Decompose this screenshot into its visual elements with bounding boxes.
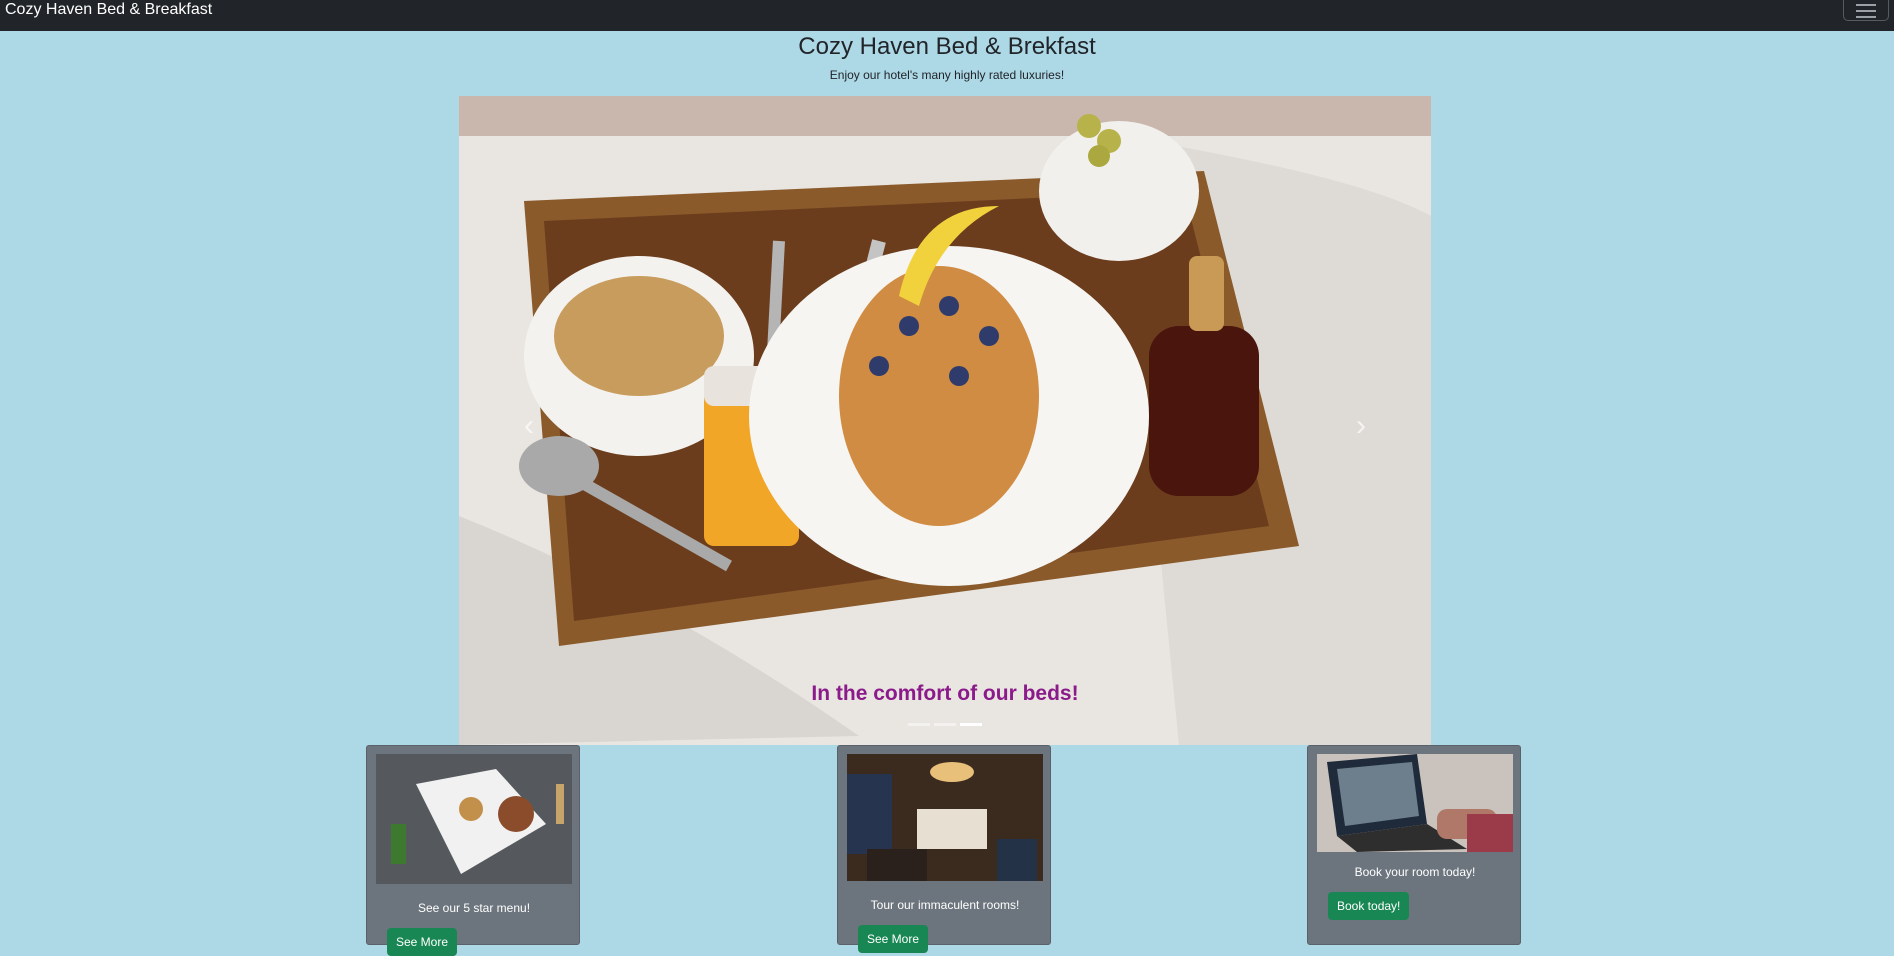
menu-see-more-button[interactable]: See More (387, 928, 458, 956)
navbar: Cozy Haven Bed & Breakfast (0, 0, 1894, 31)
menu-card: See our 5 star menu! See More (366, 745, 580, 956)
carousel-indicators (459, 723, 1431, 726)
carousel-caption: In the comfort of our beds! (811, 682, 1079, 705)
booking-image (1317, 754, 1513, 852)
breakfast-tray-image (459, 96, 1431, 745)
rooms-card: Tour our immaculent rooms! See More (837, 745, 1051, 953)
hamburger-icon-line (1856, 9, 1876, 12)
hero-carousel: ‹ › In the comfort of our beds! (459, 96, 1431, 745)
rooms-card-text: Tour our immaculent rooms! (870, 898, 1020, 912)
carousel-indicator-3[interactable] (960, 723, 982, 726)
book-today-button[interactable]: Book today! (1328, 892, 1410, 920)
carousel-indicator-1[interactable] (908, 723, 930, 726)
carousel-prev-button[interactable]: ‹ (499, 396, 559, 456)
hamburger-icon (1856, 3, 1876, 6)
menu-image (376, 754, 572, 884)
booking-card: Book your room today! Book today! (1307, 745, 1521, 945)
page-subtitle: Enjoy our hotel's many highly rated luxu… (829, 68, 1065, 82)
hamburger-icon-line (1856, 15, 1876, 18)
carousel-next-button[interactable]: › (1331, 396, 1391, 456)
page-title: Cozy Haven Bed & Brekfast (798, 33, 1096, 60)
navbar-brand[interactable]: Cozy Haven Bed & Breakfast (5, 0, 212, 20)
chevron-right-icon: › (1356, 409, 1366, 442)
booking-card-text: Book your room today! (1354, 865, 1476, 879)
rooms-see-more-button[interactable]: See More (858, 925, 929, 953)
chevron-left-icon: ‹ (524, 409, 534, 442)
navbar-toggler-button[interactable] (1843, 0, 1889, 21)
carousel-indicator-2[interactable] (934, 723, 956, 726)
menu-card-text: See our 5 star menu! (417, 901, 531, 915)
room-image (847, 754, 1043, 881)
